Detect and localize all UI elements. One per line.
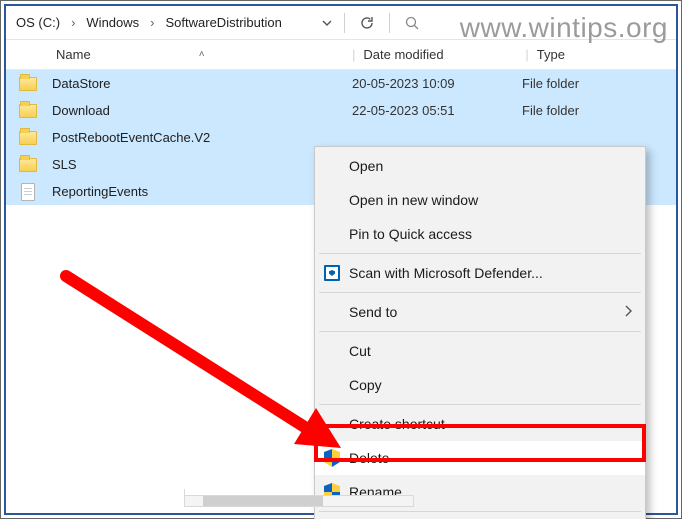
divider (344, 13, 345, 33)
table-row[interactable]: Download 22-05-2023 05:51 File folder (6, 97, 676, 124)
chevron-right-icon: › (149, 15, 155, 30)
shield-icon (323, 449, 341, 467)
ctx-label: Pin to Quick access (349, 226, 472, 242)
ctx-label: Open in new window (349, 192, 478, 208)
table-row[interactable]: DataStore 20-05-2023 10:09 File folder (6, 70, 676, 97)
folder-icon (19, 77, 37, 91)
ctx-label: Send to (349, 304, 397, 320)
ctx-label: Cut (349, 343, 371, 359)
scrollbar-thumb[interactable] (203, 496, 323, 506)
file-type: File folder (522, 76, 579, 91)
folder-icon (19, 131, 37, 145)
breadcrumb-seg-softwaredistribution[interactable]: SoftwareDistribution (160, 11, 288, 34)
sort-asc-icon: ˄ (199, 49, 205, 60)
folder-icon (19, 158, 37, 172)
ctx-label: Delete (349, 450, 389, 466)
file-date: 22-05-2023 05:51 (352, 103, 455, 118)
ctx-properties[interactable]: Properties (315, 514, 645, 519)
ctx-pin-quick-access[interactable]: Pin to Quick access (315, 217, 645, 251)
column-name[interactable]: Name ˄ (50, 40, 352, 69)
address-bar[interactable]: OS (C:) › Windows › SoftwareDistribution (6, 6, 676, 40)
defender-icon (323, 264, 341, 282)
ctx-send-to[interactable]: Send to (315, 295, 645, 329)
column-date[interactable]: Date modified (355, 40, 525, 69)
ctx-create-shortcut[interactable]: Create shortcut (315, 407, 645, 441)
column-name-label: Name (56, 47, 91, 62)
ctx-separator (319, 292, 641, 293)
ctx-separator (319, 253, 641, 254)
file-type: File folder (522, 103, 579, 118)
ctx-label: Open (349, 158, 383, 174)
column-type[interactable]: Type (529, 40, 676, 69)
address-dropdown-icon[interactable] (318, 12, 336, 34)
chevron-right-icon (623, 304, 633, 321)
ctx-separator (319, 331, 641, 332)
column-gutter (6, 40, 50, 69)
ctx-open[interactable]: Open (315, 149, 645, 183)
ctx-label: Scan with Microsoft Defender... (349, 265, 543, 281)
ctx-open-new-window[interactable]: Open in new window (315, 183, 645, 217)
ctx-label: Create shortcut (349, 416, 445, 432)
horizontal-scrollbar[interactable] (184, 495, 414, 507)
chevron-right-icon: › (70, 15, 76, 30)
search-icon[interactable] (398, 10, 426, 36)
file-name: Download (52, 103, 110, 118)
ctx-copy[interactable]: Copy (315, 368, 645, 402)
ctx-cut[interactable]: Cut (315, 334, 645, 368)
ctx-label: Copy (349, 377, 382, 393)
context-menu[interactable]: Open Open in new window Pin to Quick acc… (314, 146, 646, 519)
file-name: ReportingEvents (52, 184, 148, 199)
file-name: DataStore (52, 76, 111, 91)
refresh-icon[interactable] (353, 10, 381, 36)
ctx-separator (319, 404, 641, 405)
ctx-scan-defender[interactable]: Scan with Microsoft Defender... (315, 256, 645, 290)
divider (389, 13, 390, 33)
file-icon (21, 183, 35, 201)
column-date-label: Date modified (355, 47, 443, 62)
breadcrumb-seg-windows[interactable]: Windows (80, 11, 145, 34)
ctx-delete[interactable]: Delete (315, 441, 645, 475)
column-type-label: Type (529, 47, 565, 62)
ctx-separator (319, 511, 641, 512)
folder-icon (19, 104, 37, 118)
file-name: PostRebootEventCache.V2 (52, 130, 210, 145)
column-headers[interactable]: Name ˄ | Date modified | Type (6, 40, 676, 70)
breadcrumb-seg-drive[interactable]: OS (C:) (10, 11, 66, 34)
file-name: SLS (52, 157, 77, 172)
file-date: 20-05-2023 10:09 (352, 76, 455, 91)
